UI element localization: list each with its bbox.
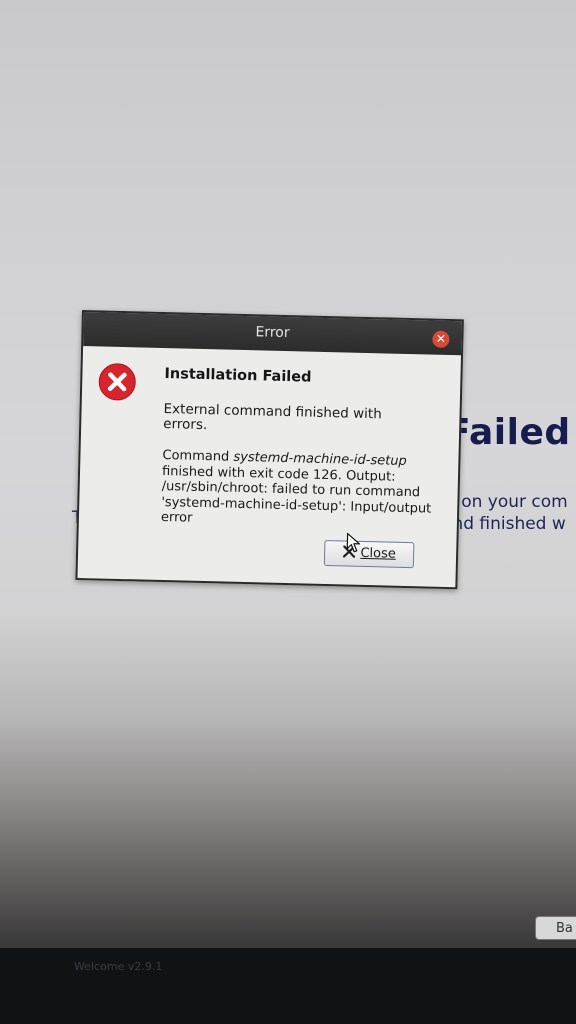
dialog-message: External command finished with errors. [163,401,382,434]
dialog-titlebar[interactable]: Error ✕ [83,312,462,356]
desktop-screen: Failed d on your com and finished w Th B… [0,0,576,1024]
background-text-line-1: d on your com [445,492,568,512]
error-dialog: Error ✕ Installation Failed External com… [75,310,464,590]
taskbar: Welcome v2.9.1 [0,948,576,1024]
mouse-cursor-icon [346,532,360,553]
detail-prefix: Command [162,448,234,465]
error-icon [98,363,136,401]
back-button[interactable]: Ba [535,916,576,940]
dialog-title: Installation Failed [164,366,312,386]
close-button-label: Close [360,545,397,562]
close-button[interactable]: Close [323,539,415,569]
dialog-window-title: Error [255,324,290,342]
detail-suffix: finished with exit code 126. Output: /us… [160,463,432,526]
dialog-detail: Command systemd-machine-id-setup finishe… [161,448,435,532]
background-heading: Failed [446,412,571,453]
close-icon[interactable]: ✕ [432,330,450,348]
taskbar-label: Welcome v2.9.1 [74,960,163,973]
background-text-line-2: and finished w [442,514,566,534]
